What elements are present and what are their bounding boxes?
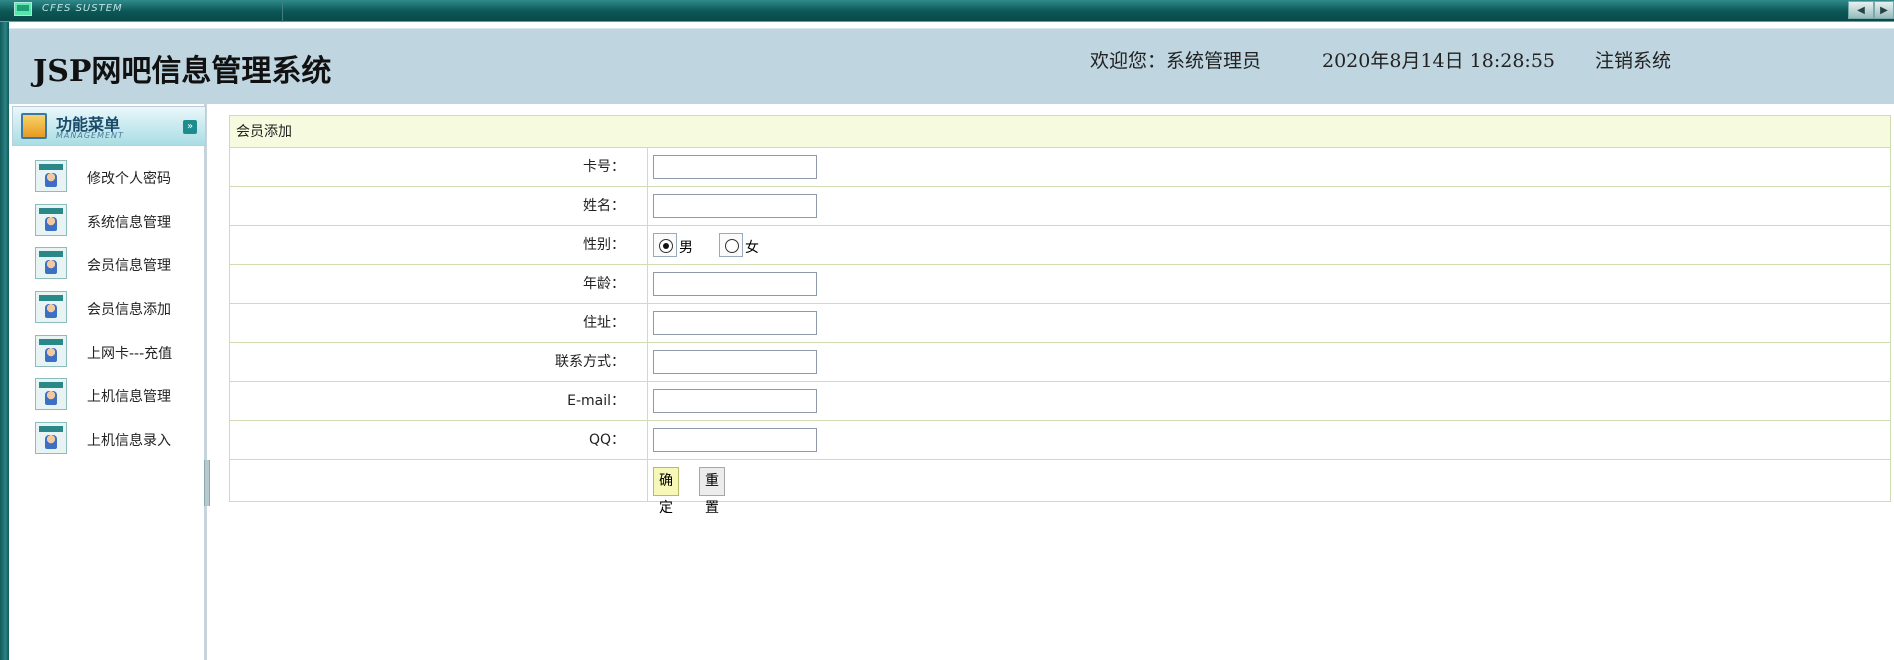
sidebar-item-session-entry[interactable]: 上机信息录入 xyxy=(35,422,205,456)
sidebar-item-member-manage[interactable]: 会员信息管理 xyxy=(35,247,205,281)
form-row-contact: 联系方式： xyxy=(230,343,1890,382)
window-top-bar: CFES SUSTEM ◀ ▶ xyxy=(0,0,1894,22)
sidebar-item-system-info[interactable]: 系统信息管理 xyxy=(35,204,205,238)
form-row-address: 住址： xyxy=(230,304,1890,343)
user-card-icon xyxy=(35,247,67,279)
field-label: 姓名： xyxy=(230,187,648,225)
reset-button[interactable]: 重置 xyxy=(699,467,725,516)
email-input[interactable] xyxy=(653,389,817,413)
user-card-icon xyxy=(35,378,67,410)
field-label: 性别： xyxy=(230,226,648,264)
panel-title: 会员添加 xyxy=(230,116,1890,148)
sidebar-item-label: 上网卡---充值 xyxy=(87,346,173,362)
scroll-right-button[interactable]: ▶ xyxy=(1874,1,1894,19)
submit-button[interactable]: 确定 xyxy=(653,467,679,516)
radio-unchecked-icon xyxy=(725,239,739,253)
sidebar-item-label: 修改个人密码 xyxy=(87,171,171,187)
system-title: JSP网吧信息管理系统 xyxy=(33,54,332,89)
field-label: 年龄： xyxy=(230,265,648,303)
sidebar-item-label: 系统信息管理 xyxy=(87,215,171,231)
user-card-icon xyxy=(35,160,67,192)
user-card-icon xyxy=(35,204,67,236)
radio-label: 男 xyxy=(679,240,693,256)
user-card-icon xyxy=(35,291,67,323)
field-label: 住址： xyxy=(230,304,648,342)
form-row-actions: 确定 重置 xyxy=(230,460,1890,516)
current-datetime: 2020年8月14日 18:28:55 xyxy=(1322,50,1555,72)
left-frame-edge xyxy=(0,22,9,660)
radio-label: 女 xyxy=(745,240,759,256)
sidebar-item-label: 会员信息管理 xyxy=(87,258,171,274)
field-label: E-mail： xyxy=(230,382,648,420)
scroll-left-button[interactable]: ◀ xyxy=(1848,1,1874,19)
radio-frame xyxy=(719,233,743,257)
age-input[interactable] xyxy=(653,272,817,296)
sidebar-item-session-manage[interactable]: 上机信息管理 xyxy=(35,378,205,412)
sidebar-item-member-add[interactable]: 会员信息添加 xyxy=(35,291,205,325)
welcome-text: 欢迎您：系统管理员 xyxy=(1090,50,1262,72)
sidebar-item-card-recharge[interactable]: 上网卡---充值 xyxy=(35,335,205,369)
sidebar-resize-handle[interactable] xyxy=(204,460,210,506)
app-logo-icon xyxy=(14,2,32,16)
form-row-age: 年龄： xyxy=(230,265,1890,304)
topbar-divider xyxy=(282,0,283,22)
form-row-email: E-mail： xyxy=(230,382,1890,421)
address-input[interactable] xyxy=(653,311,817,335)
radio-frame xyxy=(653,233,677,257)
sidebar: 功能菜单 MANAGEMENT » 修改个人密码 系统信息管理 会员信息管理 会… xyxy=(9,104,207,660)
user-card-icon xyxy=(35,335,67,367)
chevron-double-down-icon[interactable]: » xyxy=(183,120,197,134)
sidebar-item-change-password[interactable]: 修改个人密码 xyxy=(35,160,205,194)
form-row-name: 姓名： xyxy=(230,187,1890,226)
actions-label-cell xyxy=(230,460,648,501)
logout-link[interactable]: 注销系统 xyxy=(1595,46,1671,73)
qq-input[interactable] xyxy=(653,428,817,452)
contact-input[interactable] xyxy=(653,350,817,374)
field-label: QQ： xyxy=(230,421,648,459)
page-header: JSP网吧信息管理系统 欢迎您：系统管理员 2020年8月14日 18:28:5… xyxy=(9,28,1894,104)
sidebar-item-label: 上机信息管理 xyxy=(87,389,171,405)
form-row-card-no: 卡号： xyxy=(230,148,1890,187)
card-no-input[interactable] xyxy=(653,155,817,179)
menu-header-icon xyxy=(21,113,47,139)
field-label: 卡号： xyxy=(230,148,648,186)
form-row-qq: QQ： xyxy=(230,421,1890,460)
radio-checked-icon xyxy=(659,239,673,253)
sidebar-item-label: 上机信息录入 xyxy=(87,433,171,449)
menu-header: 功能菜单 MANAGEMENT » xyxy=(12,106,206,146)
name-input[interactable] xyxy=(653,194,817,218)
user-card-icon xyxy=(35,422,67,454)
member-add-panel: 会员添加 卡号： 姓名： 性别： 男 女 年龄： 住址： 联系方式： E-mai… xyxy=(229,115,1891,516)
form-row-gender: 性别： 男 女 xyxy=(230,226,1890,265)
brand-text: CFES SUSTEM xyxy=(42,3,123,14)
menu-subtitle: MANAGEMENT xyxy=(56,131,124,140)
field-label: 联系方式： xyxy=(230,343,648,381)
sidebar-item-label: 会员信息添加 xyxy=(87,302,171,318)
